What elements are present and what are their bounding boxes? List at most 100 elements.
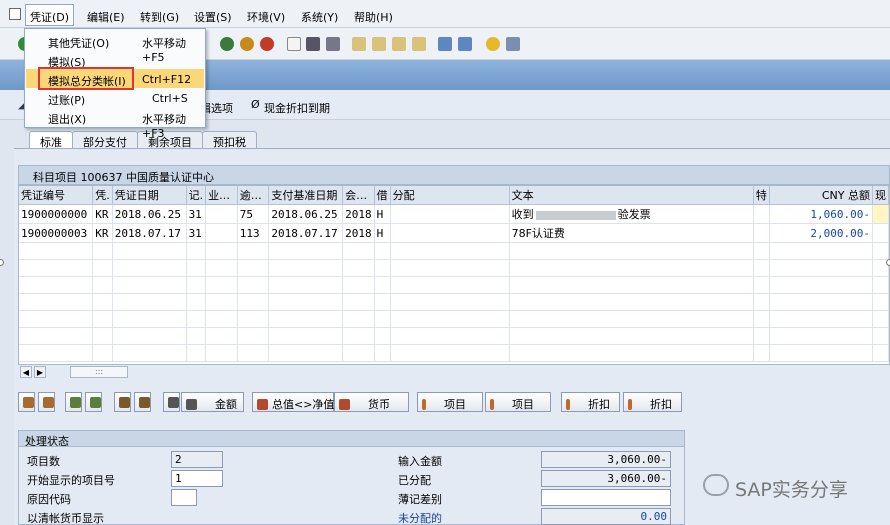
amount-button-label: 金额 (215, 398, 237, 411)
menu-post[interactable]: 过账(P) Ctrl+S (26, 88, 204, 107)
cell-overdue: 113 (237, 223, 270, 243)
help-icon[interactable] (486, 37, 500, 51)
open-items-table: 凭证编号 凭. 凭证日期 记. 业… 逾… 支付基准日期 会… 借 分配 文本 … (18, 185, 890, 365)
col-special[interactable]: 特 (753, 186, 770, 205)
menu-goto[interactable]: 转到(G) (140, 9, 179, 25)
col-overdue[interactable]: 逾… (237, 186, 270, 205)
menu-settings[interactable]: 设置(S) (194, 9, 232, 25)
filter-button[interactable] (134, 392, 151, 412)
menu-item-shortcut: 水平移动+F3 (142, 113, 186, 140)
menu-exit[interactable]: 退出(X) 水平移动+F3 (26, 107, 204, 140)
back-icon[interactable] (220, 37, 234, 51)
reason-code-input[interactable] (171, 489, 197, 506)
cell-cash-discount-marker[interactable] (872, 204, 889, 224)
col-cash-discount[interactable]: 现 (872, 186, 889, 205)
cell-fiscal-year: 2018 (342, 223, 375, 243)
shortcut-icon[interactable] (458, 37, 472, 51)
search-button[interactable] (163, 392, 180, 412)
first-item-label: 开始显示的项目号 (27, 474, 115, 487)
first-item-input[interactable]: 1 (171, 470, 223, 487)
col-fiscal-year[interactable]: 会… (342, 186, 375, 205)
filter-icon (139, 397, 150, 408)
item-button-a[interactable]: 项目 (417, 392, 483, 412)
horizontal-scrollbar[interactable]: ◀ ▶ ::: (18, 365, 890, 379)
menu-help[interactable]: 帮助(H) (354, 9, 393, 25)
menu-document[interactable]: 凭证(D) (25, 4, 75, 26)
wechat-icon (703, 474, 729, 496)
col-doc-number[interactable]: 凭证编号 (19, 186, 94, 205)
exit-icon[interactable] (240, 37, 254, 51)
print-icon[interactable] (287, 37, 301, 51)
item-count-field: 2 (171, 451, 223, 468)
cancel-icon[interactable] (260, 37, 274, 51)
table-header-row: 凭证编号 凭. 凭证日期 记. 业… 逾… 支付基准日期 会… 借 分配 文本 … (19, 186, 889, 205)
scroll-right-icon[interactable]: ▶ (34, 366, 46, 378)
col-text[interactable]: 文本 (509, 186, 754, 205)
table-row (19, 259, 889, 277)
cell-assignment (390, 223, 510, 243)
discount-button-a[interactable]: 折扣 (561, 392, 620, 412)
table-row (19, 293, 889, 311)
create-session-icon[interactable] (438, 37, 452, 51)
tab-withholding-tax[interactable]: 预扣税 (202, 131, 257, 149)
cell-cash-discount[interactable] (872, 223, 889, 243)
cell-assignment (390, 204, 510, 224)
menu-edit[interactable]: 编辑(E) (87, 9, 125, 25)
cell-posting-key: 31 (186, 204, 207, 224)
cell-debit-credit: H (374, 204, 391, 224)
next-page-icon[interactable] (392, 37, 406, 51)
col-doc-date[interactable]: 凭证日期 (112, 186, 187, 205)
redacted-text (535, 210, 616, 220)
watermark: SAP实务分享 (703, 472, 888, 502)
find-icon[interactable] (306, 37, 320, 51)
col-cny-amount[interactable]: CNY 总额 (769, 186, 873, 205)
discount-button-b[interactable]: 折扣 (623, 392, 682, 412)
last-page-icon[interactable] (412, 37, 426, 51)
item-button-b[interactable]: 项目 (485, 392, 551, 412)
menu-other-document[interactable]: 其他凭证(O) 水平移动+F5 (26, 31, 204, 64)
menu-item-shortcut: Ctrl+S (152, 92, 188, 105)
amount-button[interactable]: 金额 (181, 392, 244, 412)
gross-net-button[interactable]: 总值<>净值 (252, 392, 334, 412)
deselect-all-button[interactable] (38, 392, 55, 412)
table-row (19, 344, 889, 362)
deactivate-items-button[interactable] (85, 392, 102, 412)
resize-handle[interactable] (886, 259, 890, 266)
cell-baseline-date: 2018.07.17 (268, 223, 344, 243)
col-doc-type[interactable]: 凭. (92, 186, 113, 205)
activate-items-button[interactable] (65, 392, 82, 412)
currency-button[interactable]: 货币 (334, 392, 409, 412)
posting-difference-field[interactable] (541, 489, 671, 506)
cell-text: 收到 验发票 (509, 204, 754, 224)
menu-environment[interactable]: 环境(V) (247, 9, 285, 25)
resize-handle[interactable] (0, 259, 4, 266)
cell-doc-date: 2018.07.17 (112, 223, 187, 243)
scroll-thumb[interactable]: ::: (70, 366, 128, 378)
entered-amount-field: 3,060.00- (541, 451, 671, 468)
cell-fiscal-year: 2018 (342, 204, 375, 224)
item-count-label: 项目数 (27, 455, 60, 468)
tab-partial-payment[interactable]: 部分支付 (72, 131, 138, 149)
cash-discount-due-button[interactable]: 现金折扣到期 (264, 100, 330, 116)
col-baseline-date[interactable]: 支付基准日期 (268, 186, 344, 205)
table-row[interactable]: 1900000003 KR 2018.07.17 31 113 2018.07.… (19, 223, 889, 243)
layout-icon[interactable] (506, 37, 520, 51)
select-all-button[interactable] (18, 392, 35, 412)
tab-standard[interactable]: 标准 (29, 131, 73, 149)
unassigned-field: 0.00 (541, 508, 671, 525)
col-business-area[interactable]: 业… (205, 186, 238, 205)
item-a-label: 项目 (444, 398, 466, 411)
prev-page-icon[interactable] (372, 37, 386, 51)
first-page-icon[interactable] (352, 37, 366, 51)
col-debit-credit[interactable]: 借 (374, 186, 391, 205)
scroll-left-icon[interactable]: ◀ (20, 366, 32, 378)
app-menu-icon[interactable] (9, 8, 21, 20)
col-posting-key[interactable]: 记. (186, 186, 207, 205)
find-next-icon[interactable] (326, 37, 340, 51)
sort-button[interactable] (114, 392, 131, 412)
cell-doc-type: KR (92, 204, 113, 224)
item-b-label: 项目 (512, 398, 534, 411)
table-row[interactable]: 1900000000 KR 2018.06.25 31 75 2018.06.2… (19, 204, 889, 224)
menu-system[interactable]: 系统(Y) (301, 9, 338, 25)
col-assignment[interactable]: 分配 (390, 186, 510, 205)
